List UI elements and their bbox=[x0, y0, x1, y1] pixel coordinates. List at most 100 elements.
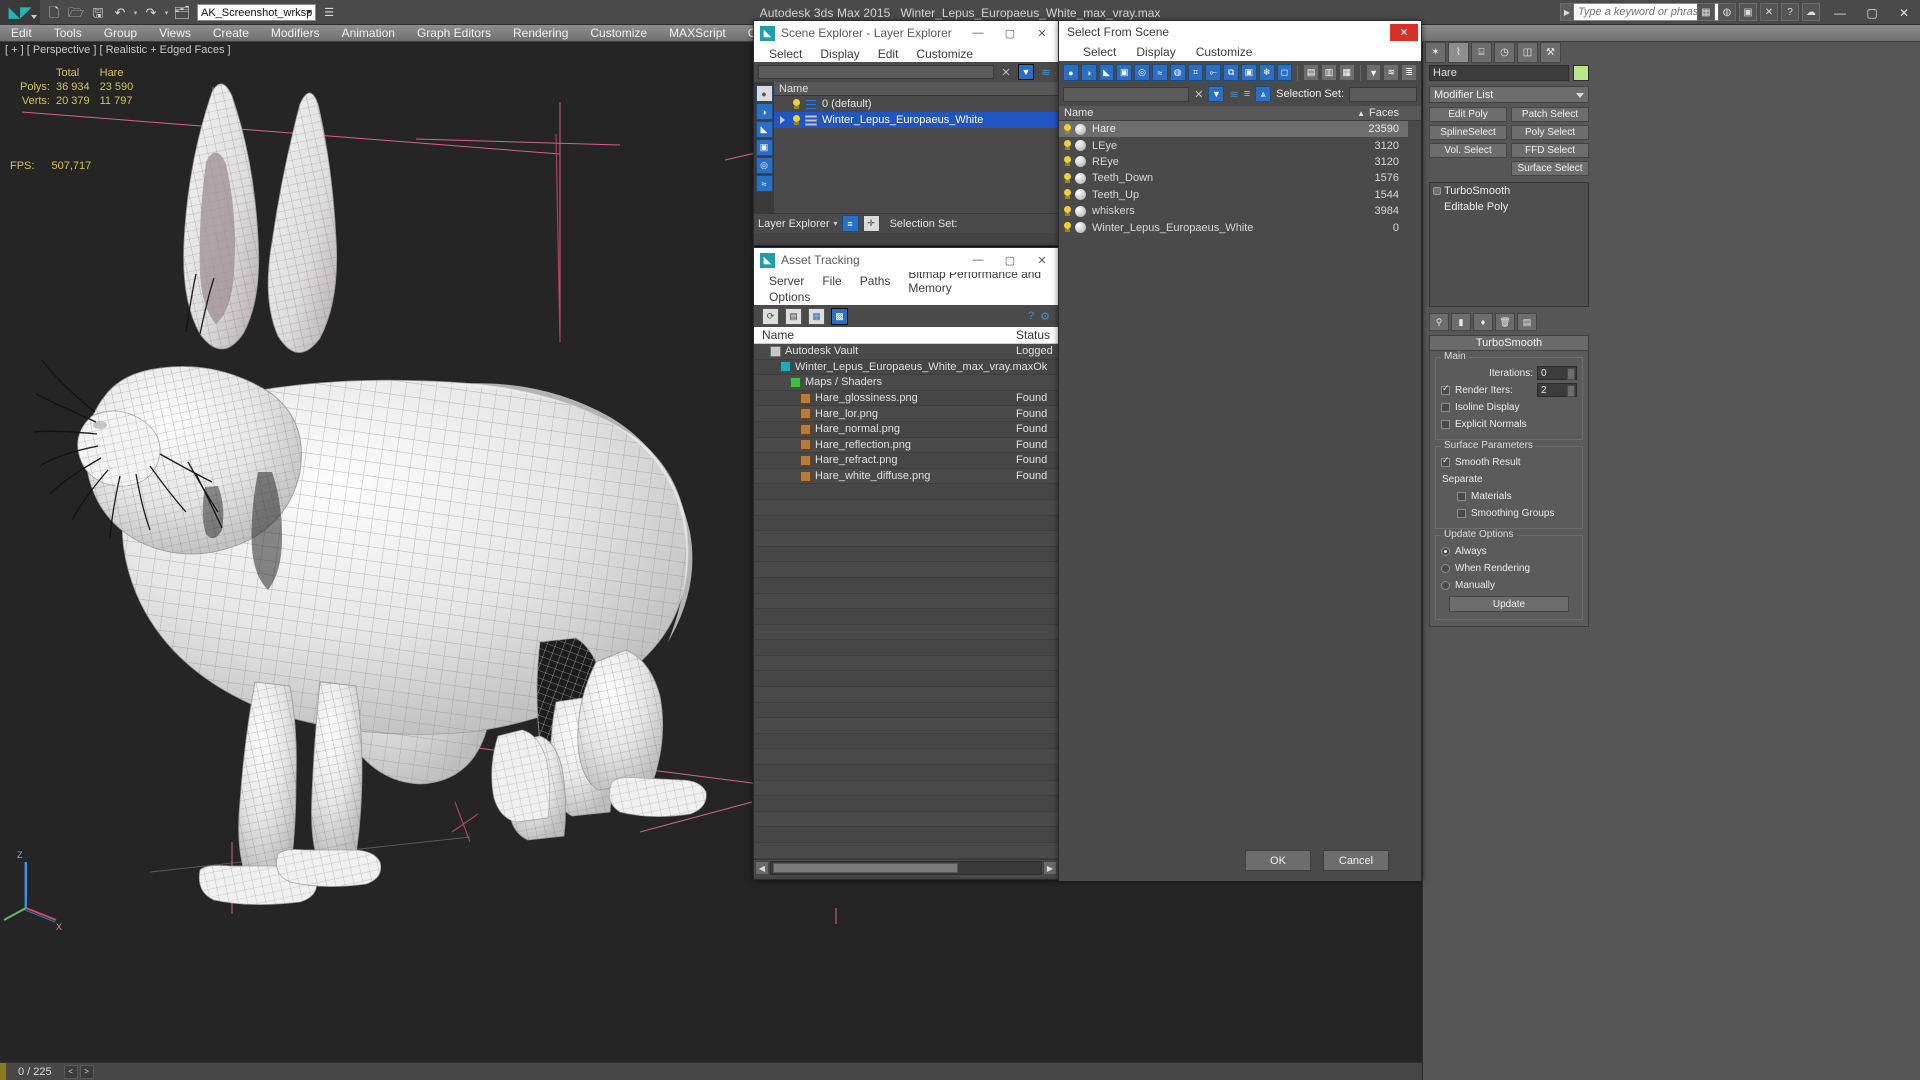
visibility-bulb-icon[interactable] bbox=[1063, 172, 1072, 184]
minimize-button[interactable]: — bbox=[1824, 0, 1856, 25]
menu-item-tools[interactable]: Tools bbox=[43, 25, 93, 42]
smooth-result-checkbox[interactable] bbox=[1441, 455, 1450, 467]
filter-hidden-icon[interactable]: ◻ bbox=[1276, 64, 1293, 81]
menu-item-create[interactable]: Create bbox=[202, 25, 260, 42]
pin-stack-button[interactable]: ⚲ bbox=[1429, 313, 1449, 331]
table-row-empty[interactable] bbox=[754, 781, 1058, 797]
update-always-radio[interactable] bbox=[1441, 546, 1450, 556]
explorer-mode-label[interactable]: Layer Explorer bbox=[758, 218, 830, 230]
table-row[interactable]: Hare_lor.png Found bbox=[754, 406, 1058, 422]
modifier-stack-item-editable-poly[interactable]: Editable Poly bbox=[1430, 199, 1588, 215]
table-row-empty[interactable] bbox=[754, 812, 1058, 828]
table-row[interactable]: Hare_refract.png Found bbox=[754, 453, 1058, 469]
visibility-bulb-icon[interactable] bbox=[1063, 222, 1072, 233]
menu-item-edit[interactable]: Edit bbox=[869, 47, 908, 61]
scroll-thumb[interactable] bbox=[773, 863, 958, 874]
filter-shapes-icon[interactable]: ◑ bbox=[1080, 64, 1097, 81]
modifier-list-dropdown[interactable]: Modifier List bbox=[1429, 86, 1589, 103]
isoline-display-checkbox[interactable] bbox=[1441, 402, 1450, 412]
display-children-icon[interactable]: ▤ bbox=[1303, 64, 1320, 81]
cloud-icon[interactable]: ☁ bbox=[1802, 3, 1820, 21]
filter-geometry-icon[interactable]: ● bbox=[1063, 64, 1079, 81]
help-icon[interactable]: ? bbox=[1781, 3, 1799, 21]
clear-filter-icon[interactable]: ✕ bbox=[1194, 88, 1203, 101]
update-when-rendering-radio[interactable] bbox=[1441, 563, 1450, 573]
table-row-empty[interactable] bbox=[754, 656, 1058, 672]
table-row-empty[interactable] bbox=[754, 796, 1058, 812]
modifier-stack[interactable]: TurboSmooth Editable Poly bbox=[1429, 182, 1589, 307]
table-row-empty[interactable] bbox=[754, 609, 1058, 625]
filter-geometry-icon[interactable]: ● bbox=[755, 85, 773, 102]
filter-spacewarps-icon[interactable]: ≈ bbox=[755, 175, 773, 192]
layer-options-icon[interactable]: ≋ bbox=[1038, 64, 1054, 80]
menu-item-graph-editors[interactable]: Graph Editors bbox=[406, 25, 502, 42]
list-view-icon[interactable]: ▤ bbox=[785, 307, 802, 325]
clear-search-icon[interactable]: ✕ bbox=[998, 64, 1014, 80]
layer-icon[interactable]: ≋ bbox=[1229, 88, 1238, 101]
modifier-enable-icon[interactable] bbox=[1433, 187, 1441, 195]
scene-explorer-search-input[interactable] bbox=[758, 65, 994, 79]
table-row[interactable]: whiskers 3984 bbox=[1059, 203, 1421, 219]
minimize-button[interactable]: — bbox=[962, 248, 994, 272]
materials-checkbox[interactable] bbox=[1457, 491, 1466, 501]
filter-helpers-icon[interactable]: ◎ bbox=[1134, 64, 1150, 81]
autodesk-account-icon[interactable]: ◍ bbox=[1718, 3, 1736, 21]
maximize-button[interactable]: ▢ bbox=[994, 21, 1026, 45]
filter-lights-icon[interactable]: ◣ bbox=[1098, 64, 1115, 81]
filter-frozen-icon[interactable]: ❄ bbox=[1258, 64, 1275, 81]
render-iters-checkbox[interactable] bbox=[1441, 383, 1450, 395]
table-row-empty[interactable] bbox=[754, 531, 1058, 547]
scene-explorer-window[interactable]: ◣ Scene Explorer - Layer Explorer — ▢ ✕ … bbox=[753, 20, 1059, 246]
spline-select-button[interactable]: SplineSelect bbox=[1429, 125, 1507, 140]
visibility-bulb-icon[interactable] bbox=[1063, 205, 1072, 217]
help-icon[interactable]: ? bbox=[1028, 310, 1034, 323]
table-row[interactable]: Hare_normal.png Found bbox=[754, 421, 1058, 438]
spinner-arrows-icon[interactable] bbox=[1567, 385, 1575, 397]
visibility-bulb-icon[interactable] bbox=[1063, 156, 1072, 167]
asset-tracking-hscrollbar[interactable]: ◀ ▶ bbox=[754, 858, 1058, 877]
table-row-empty[interactable] bbox=[754, 827, 1058, 843]
filter-funnel-icon[interactable]: ▼ bbox=[1208, 86, 1225, 102]
project-folder-icon[interactable]: 🗂 bbox=[172, 3, 192, 23]
table-row[interactable]: Winter_Lepus_Europaeus_White 0 bbox=[1059, 219, 1421, 235]
filter-funnel-icon[interactable]: ▼ bbox=[1018, 64, 1034, 80]
search-dropdown-icon[interactable]: ▶ bbox=[1560, 3, 1574, 21]
table-row-empty[interactable] bbox=[754, 546, 1058, 563]
menu-item-maxscript[interactable]: MAXScript bbox=[658, 25, 737, 42]
filter-xrefs-icon[interactable]: ⧉ bbox=[1223, 64, 1239, 81]
table-row[interactable]: Hare_reflection.png Found bbox=[754, 438, 1058, 454]
save-file-icon[interactable]: 🖫 bbox=[88, 3, 108, 23]
iterations-spinner[interactable]: 0 bbox=[1537, 366, 1577, 380]
menu-item-select[interactable]: Select bbox=[1073, 45, 1126, 59]
redo-dropdown-icon[interactable]: ▾ bbox=[163, 9, 170, 17]
grid-icon[interactable]: ▦ bbox=[1697, 3, 1715, 21]
column-status[interactable]: Status bbox=[1016, 327, 1058, 343]
vol-select-button[interactable]: Vol. Select bbox=[1429, 143, 1507, 158]
qat-overflow-icon[interactable]: ☰ bbox=[324, 6, 334, 19]
scroll-track[interactable] bbox=[770, 861, 1042, 876]
poly-select-button[interactable]: Poly Select bbox=[1511, 125, 1589, 140]
smoothing-groups-checkbox[interactable] bbox=[1457, 508, 1466, 518]
table-row[interactable]: Teeth_Up 1544 bbox=[1059, 187, 1421, 203]
close-button[interactable]: ✕ bbox=[1390, 24, 1418, 41]
timeline-bar[interactable]: 0 / 225 < > bbox=[0, 1062, 1422, 1080]
remove-modifier-button[interactable]: 🗑 bbox=[1495, 313, 1515, 331]
tab-hierarchy[interactable]: ⌸ bbox=[1471, 42, 1492, 63]
table-row-empty[interactable] bbox=[754, 500, 1058, 516]
table-row-empty[interactable] bbox=[754, 640, 1058, 656]
explicit-normals-checkbox[interactable] bbox=[1441, 419, 1450, 429]
timeline-prev-button[interactable]: < bbox=[63, 1064, 78, 1079]
filter-particles-icon[interactable]: ◍ bbox=[1169, 64, 1186, 81]
visibility-bulb-icon[interactable] bbox=[1063, 140, 1072, 151]
expand-all-icon[interactable]: ≋ bbox=[1383, 64, 1400, 81]
make-unique-button[interactable]: ♦ bbox=[1473, 313, 1493, 331]
table-row-empty[interactable] bbox=[754, 484, 1058, 500]
visibility-bulb-icon[interactable] bbox=[1063, 123, 1072, 135]
list-item[interactable]: Winter_Lepus_Europaeus_White bbox=[774, 112, 1058, 128]
redo-icon[interactable]: ↷ bbox=[141, 3, 161, 23]
update-manually-radio[interactable] bbox=[1441, 580, 1450, 590]
table-row-empty[interactable] bbox=[754, 733, 1058, 750]
restore-button[interactable]: ▢ bbox=[1856, 0, 1888, 25]
filter-containers-icon[interactable]: ▣ bbox=[1240, 64, 1257, 81]
display-hier-icon[interactable]: ▦ bbox=[1338, 64, 1355, 81]
